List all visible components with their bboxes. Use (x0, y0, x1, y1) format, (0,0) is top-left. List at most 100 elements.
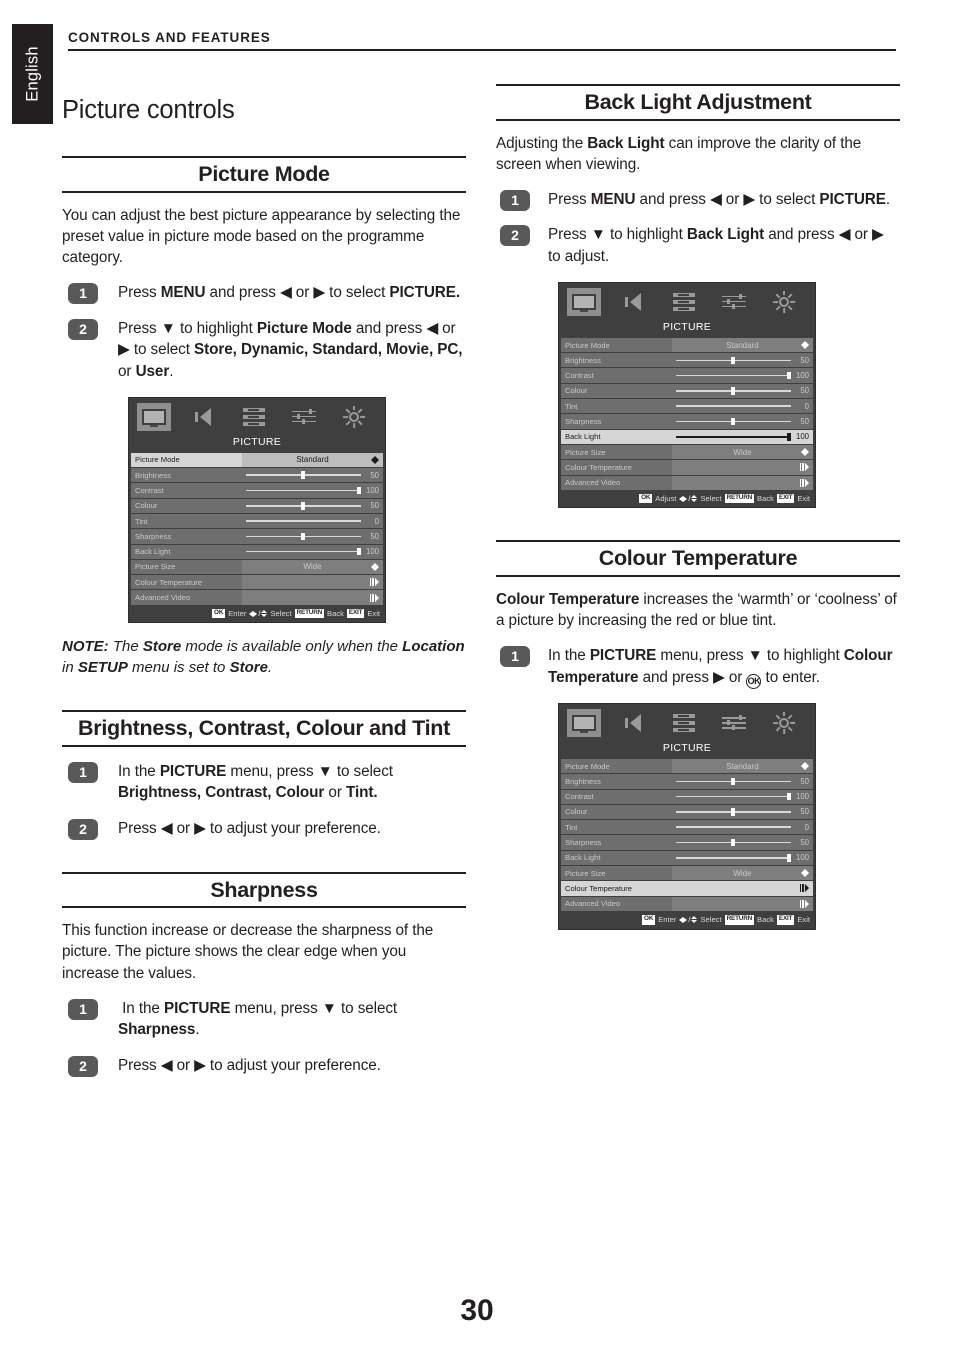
osd-row-tint[interactable]: Tint 0 (561, 399, 813, 414)
left-right-arrows-icon[interactable] (371, 455, 379, 464)
brightness-sun-icon[interactable] (337, 403, 371, 431)
slider-track[interactable] (245, 529, 361, 543)
slider-track[interactable] (245, 468, 361, 482)
slider-track[interactable] (245, 499, 361, 513)
picture-icon[interactable] (567, 708, 601, 737)
osd-row-value-cell[interactable]: Wide (241, 559, 383, 575)
osd-slider[interactable]: 100 (672, 851, 813, 865)
settings-sliders-icon[interactable] (717, 709, 751, 737)
osd-row-value-cell[interactable] (672, 881, 813, 895)
osd-row-back-light[interactable]: Back Light 100 (131, 544, 383, 559)
osd-row-contrast[interactable]: Contrast 100 (561, 789, 813, 804)
osd-slider[interactable]: 100 (672, 368, 813, 382)
osd-slider[interactable]: 100 (672, 430, 813, 444)
submenu-arrow-icon[interactable] (369, 578, 379, 587)
submenu-arrow-icon[interactable] (369, 593, 379, 602)
slider-track[interactable] (675, 805, 791, 819)
sound-icon[interactable] (617, 709, 651, 737)
osd-row-advanced-video[interactable]: Advanced Video (561, 475, 813, 490)
osd-row-contrast[interactable]: Contrast 100 (131, 483, 383, 498)
sound-icon[interactable] (617, 288, 651, 316)
osd-slider[interactable]: 50 (672, 353, 813, 367)
osd-row-picture-size[interactable]: Picture Size Wide (131, 559, 383, 575)
osd-row-brightness[interactable]: Brightness 50 (561, 353, 813, 368)
osd-slider[interactable]: 100 (672, 790, 813, 804)
osd-row-value-cell[interactable] (241, 575, 383, 590)
osd-slider[interactable]: 50 (672, 835, 813, 849)
slider-track[interactable] (675, 414, 791, 428)
slider-track[interactable] (675, 430, 791, 444)
settings-sliders-icon[interactable] (287, 403, 321, 431)
slider-track[interactable] (675, 790, 791, 804)
osd-slider[interactable]: 0 (672, 399, 813, 413)
osd-row-sharpness[interactable]: Sharpness 50 (561, 414, 813, 429)
osd-slider[interactable]: 100 (242, 545, 383, 559)
osd-row-sharpness[interactable]: Sharpness 50 (131, 529, 383, 544)
osd-row-value-cell[interactable]: Wide (671, 866, 813, 881)
sound-icon[interactable] (187, 403, 221, 431)
osd-slider[interactable]: 50 (672, 805, 813, 819)
osd-row-colour[interactable]: Colour 50 (561, 383, 813, 399)
osd-row-value-cell[interactable] (241, 590, 383, 605)
slider-track[interactable] (675, 851, 791, 865)
slider-track[interactable] (675, 835, 791, 849)
osd-row-colour[interactable]: Colour 50 (131, 498, 383, 513)
osd-row-value-cell[interactable]: Standard (241, 452, 383, 468)
brightness-sun-icon[interactable] (767, 709, 801, 737)
left-right-arrows-icon[interactable] (801, 448, 809, 457)
left-right-arrows-icon[interactable] (371, 562, 379, 571)
osd-slider[interactable]: 50 (242, 529, 383, 543)
osd-row-picture-size[interactable]: Picture Size Wide (561, 866, 813, 881)
osd-row-value-cell[interactable]: Standard (671, 337, 813, 353)
osd-row-contrast[interactable]: Contrast 100 (561, 368, 813, 383)
submenu-arrow-icon[interactable] (799, 463, 809, 472)
submenu-arrow-icon[interactable] (799, 884, 809, 893)
picture-icon[interactable] (137, 402, 171, 431)
osd-row-value-cell[interactable] (671, 896, 813, 911)
slider-track[interactable] (675, 368, 791, 382)
osd-row-advanced-video[interactable]: Advanced Video (131, 590, 383, 605)
submenu-arrow-icon[interactable] (799, 899, 809, 908)
osd-row-tint[interactable]: Tint 0 (131, 513, 383, 529)
slider-track[interactable] (675, 399, 791, 413)
osd-slider[interactable]: 0 (242, 514, 383, 528)
osd-row-advanced-video[interactable]: Advanced Video (561, 896, 813, 911)
osd-row-sharpness[interactable]: Sharpness 50 (561, 835, 813, 850)
osd-row-value-cell[interactable] (671, 475, 813, 490)
brightness-sun-icon[interactable] (767, 288, 801, 316)
osd-slider[interactable]: 50 (672, 774, 813, 788)
osd-row-colour-temperature[interactable]: Colour Temperature (561, 460, 813, 475)
list-icon[interactable] (237, 403, 271, 431)
osd-slider[interactable]: 50 (672, 384, 813, 398)
picture-icon[interactable] (567, 287, 601, 316)
osd-slider[interactable]: 100 (242, 483, 383, 497)
settings-sliders-icon[interactable] (717, 288, 751, 316)
osd-slider[interactable]: 50 (242, 499, 383, 513)
list-icon[interactable] (667, 288, 701, 316)
left-right-arrows-icon[interactable] (801, 341, 809, 350)
osd-row-brightness[interactable]: Brightness 50 (131, 468, 383, 483)
osd-slider[interactable]: 50 (242, 468, 383, 482)
slider-track[interactable] (245, 514, 361, 528)
slider-track[interactable] (245, 483, 361, 497)
slider-track[interactable] (675, 353, 791, 367)
osd-row-value-cell[interactable]: Wide (671, 444, 813, 460)
osd-row-picture-mode[interactable]: Picture Mode Standard (131, 452, 383, 468)
osd-row-brightness[interactable]: Brightness 50 (561, 774, 813, 789)
osd-row-picture-size[interactable]: Picture Size Wide (561, 444, 813, 460)
osd-row-value-cell[interactable]: Standard (671, 758, 813, 774)
slider-track[interactable] (675, 820, 791, 834)
osd-row-colour-temperature[interactable]: Colour Temperature (561, 881, 813, 896)
left-right-arrows-icon[interactable] (801, 762, 809, 771)
osd-row-picture-mode[interactable]: Picture Mode Standard (561, 337, 813, 353)
osd-row-value-cell[interactable] (671, 460, 813, 475)
submenu-arrow-icon[interactable] (799, 478, 809, 487)
osd-row-back-light[interactable]: Back Light 100 (561, 429, 813, 444)
osd-slider[interactable]: 50 (672, 414, 813, 428)
left-right-arrows-icon[interactable] (801, 869, 809, 878)
osd-slider[interactable]: 0 (672, 820, 813, 834)
slider-track[interactable] (675, 384, 791, 398)
slider-track[interactable] (675, 774, 791, 788)
list-icon[interactable] (667, 709, 701, 737)
osd-row-back-light[interactable]: Back Light 100 (561, 850, 813, 865)
